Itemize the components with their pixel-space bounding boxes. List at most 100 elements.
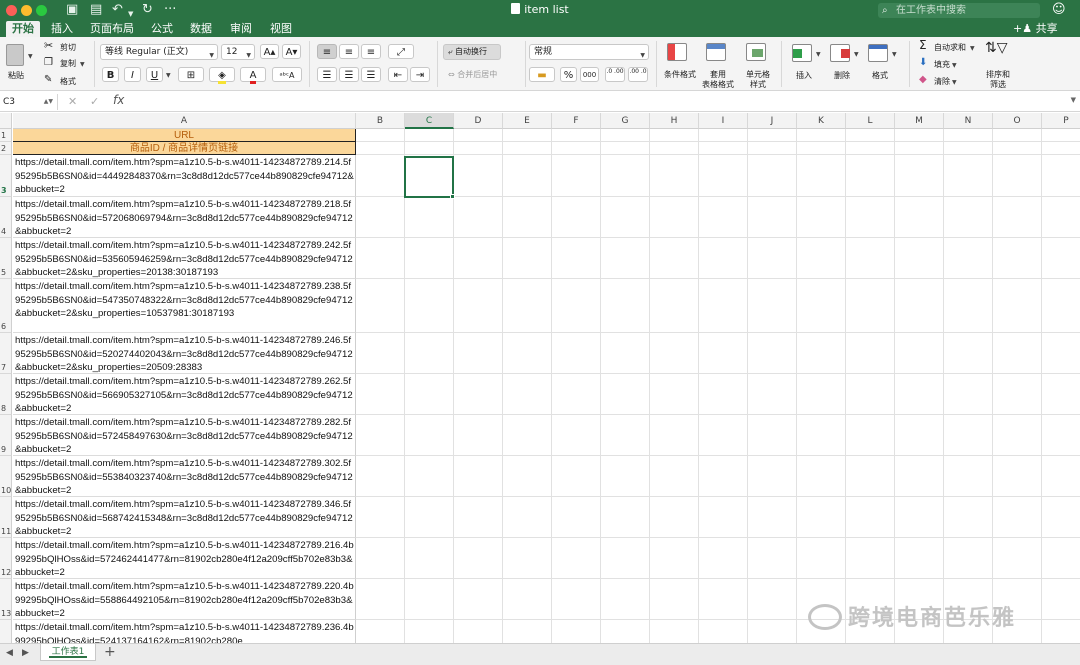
prev-sheet-icon[interactable]: ◀ <box>6 648 13 658</box>
number-format-select[interactable]: 常规 ▼ <box>529 44 649 60</box>
insert-cells-icon[interactable] <box>792 44 812 62</box>
cell-style-icon[interactable] <box>746 43 766 61</box>
fill-handle[interactable] <box>450 194 455 199</box>
borders-icon[interactable]: ⊞ <box>178 67 204 82</box>
cut-label[interactable]: 剪切 <box>60 43 76 53</box>
select-all-button[interactable] <box>0 113 12 129</box>
cancel-icon[interactable]: ✕ <box>68 95 77 108</box>
cell-A12[interactable]: https://detail.tmall.com/item.htm?spm=a1… <box>13 538 356 579</box>
underline-button[interactable]: U <box>146 67 163 82</box>
font-name-select[interactable]: 等线 Regular (正文) ▼ <box>100 44 218 60</box>
delete-cells-icon[interactable] <box>830 44 850 62</box>
decrease-decimal-button[interactable]: .00 .0 <box>628 67 648 82</box>
sheet-tab-1[interactable]: 工作表1 <box>40 644 96 661</box>
cell-A6[interactable]: https://detail.tmall.com/item.htm?spm=a1… <box>13 279 356 333</box>
conditional-format-label[interactable]: 条件格式 <box>660 70 700 80</box>
tab-view[interactable]: 视图 <box>264 21 298 37</box>
cell-A2[interactable]: 商品ID / 商品详情页链接 <box>13 142 356 155</box>
column-header-C[interactable]: C <box>405 113 454 129</box>
column-header-M[interactable]: M <box>895 113 944 129</box>
add-sheet-button[interactable]: + <box>104 644 116 660</box>
increase-font-icon[interactable]: A▴ <box>260 44 279 59</box>
align-center-icon[interactable]: ☰ <box>339 67 359 82</box>
wrap-text-button[interactable]: ⤶ 自动换行 <box>443 44 501 60</box>
phonetic-icon[interactable]: ᵃᵇᶜA <box>272 67 302 82</box>
tab-insert[interactable]: 插入 <box>45 21 79 37</box>
row-header-10[interactable]: 10 <box>0 456 12 497</box>
font-color-icon[interactable]: A <box>240 67 266 84</box>
row-header-3[interactable]: 3 <box>0 155 12 197</box>
insert-dropdown-icon[interactable]: ▼ <box>816 51 821 58</box>
worksheet-grid[interactable]: ABCDEFGHIJKLMNOP 1 URL 2 商品ID / 商品详情页链接 3 htt… <box>0 113 1080 643</box>
merge-center-button[interactable]: ⇔ 合并后居中 <box>443 67 521 83</box>
align-bottom-icon[interactable]: ≡ <box>361 44 381 59</box>
row-header-12[interactable]: 12 <box>0 538 12 579</box>
column-header-H[interactable]: H <box>650 113 699 129</box>
column-header-L[interactable]: L <box>846 113 895 129</box>
column-header-K[interactable]: K <box>797 113 846 129</box>
tab-data[interactable]: 数据 <box>184 21 218 37</box>
cut-icon[interactable]: ✂ <box>44 40 53 51</box>
paste-dropdown-icon[interactable]: ▼ <box>28 53 33 60</box>
tab-formulas[interactable]: 公式 <box>145 21 179 37</box>
format-label[interactable]: 格式 <box>866 71 894 81</box>
column-header-N[interactable]: N <box>944 113 993 129</box>
increase-decimal-button[interactable]: .0 .00 <box>605 67 625 82</box>
format-dropdown-icon[interactable]: ▼ <box>892 51 897 58</box>
eraser-icon[interactable]: ◆ <box>919 75 927 85</box>
column-header-B[interactable]: B <box>356 113 405 129</box>
cell-A11[interactable]: https://detail.tmall.com/item.htm?spm=a1… <box>13 497 356 538</box>
column-header-E[interactable]: E <box>503 113 552 129</box>
clear-dropdown-icon[interactable]: ▼ <box>952 79 957 86</box>
enter-icon[interactable]: ✓ <box>90 95 99 108</box>
share-button[interactable]: +♟ 共享 <box>1013 21 1058 37</box>
column-header-O[interactable]: O <box>993 113 1042 129</box>
cell-A3[interactable]: https://detail.tmall.com/item.htm?spm=a1… <box>13 155 356 197</box>
row-header-2[interactable]: 2 <box>0 142 12 155</box>
underline-dropdown-icon[interactable]: ▼ <box>166 72 171 79</box>
copy-icon[interactable]: ❐ <box>44 58 53 68</box>
next-sheet-icon[interactable]: ▶ <box>22 648 29 658</box>
conditional-format-icon[interactable] <box>667 43 687 61</box>
format-painter-label[interactable]: 格式 <box>60 77 76 87</box>
column-header-A[interactable]: A <box>13 113 356 129</box>
column-header-F[interactable]: F <box>552 113 601 129</box>
cell-A1[interactable]: URL <box>13 129 356 142</box>
cell-A14[interactable]: https://detail.tmall.com/item.htm?spm=a1… <box>13 620 356 643</box>
paste-icon[interactable] <box>6 44 24 66</box>
increase-indent-icon[interactable]: ⇥ <box>410 67 430 82</box>
cell-A4[interactable]: https://detail.tmall.com/item.htm?spm=a1… <box>13 197 356 238</box>
row-header-4[interactable]: 4 <box>0 197 12 238</box>
tab-home[interactable]: 开始 <box>6 21 40 37</box>
table-format-icon[interactable] <box>706 43 726 61</box>
delete-label[interactable]: 删除 <box>828 71 856 81</box>
align-left-icon[interactable]: ☰ <box>317 67 337 82</box>
row-header-9[interactable]: 9 <box>0 415 12 456</box>
cell-A9[interactable]: https://detail.tmall.com/item.htm?spm=a1… <box>13 415 356 456</box>
tab-page-layout[interactable]: 页面布局 <box>84 21 140 37</box>
name-box[interactable]: C3 ▲▼ <box>0 94 58 110</box>
clear-label[interactable]: 清除 <box>934 77 950 87</box>
delete-dropdown-icon[interactable]: ▼ <box>854 51 859 58</box>
bold-button[interactable]: B <box>102 67 119 82</box>
fill-icon[interactable]: ⬇ <box>919 58 927 68</box>
align-top-icon[interactable]: ≡ <box>317 44 337 59</box>
insert-label[interactable]: 插入 <box>790 71 818 81</box>
copy-dropdown-icon[interactable]: ▼ <box>80 61 85 68</box>
column-header-P[interactable]: P <box>1042 113 1080 129</box>
column-header-G[interactable]: G <box>601 113 650 129</box>
cell-style-label[interactable]: 单元格 样式 <box>738 70 778 90</box>
percent-button[interactable]: % <box>560 67 577 82</box>
row-header-13[interactable]: 13 <box>0 579 12 620</box>
fill-dropdown-icon[interactable]: ▼ <box>952 62 957 69</box>
tab-review[interactable]: 审阅 <box>224 21 258 37</box>
cell-A13[interactable]: https://detail.tmall.com/item.htm?spm=a1… <box>13 579 356 620</box>
cell-A10[interactable]: https://detail.tmall.com/item.htm?spm=a1… <box>13 456 356 497</box>
align-middle-icon[interactable]: ≡ <box>339 44 359 59</box>
autosum-dropdown-icon[interactable]: ▼ <box>970 45 975 52</box>
row-header-7[interactable]: 7 <box>0 333 12 374</box>
autosum-label[interactable]: 自动求和 <box>934 43 966 53</box>
sort-filter-label[interactable]: 排序和 筛选 <box>982 70 1014 90</box>
autosum-icon[interactable]: Σ <box>919 39 927 51</box>
orientation-icon[interactable]: ⤢ <box>388 44 414 59</box>
